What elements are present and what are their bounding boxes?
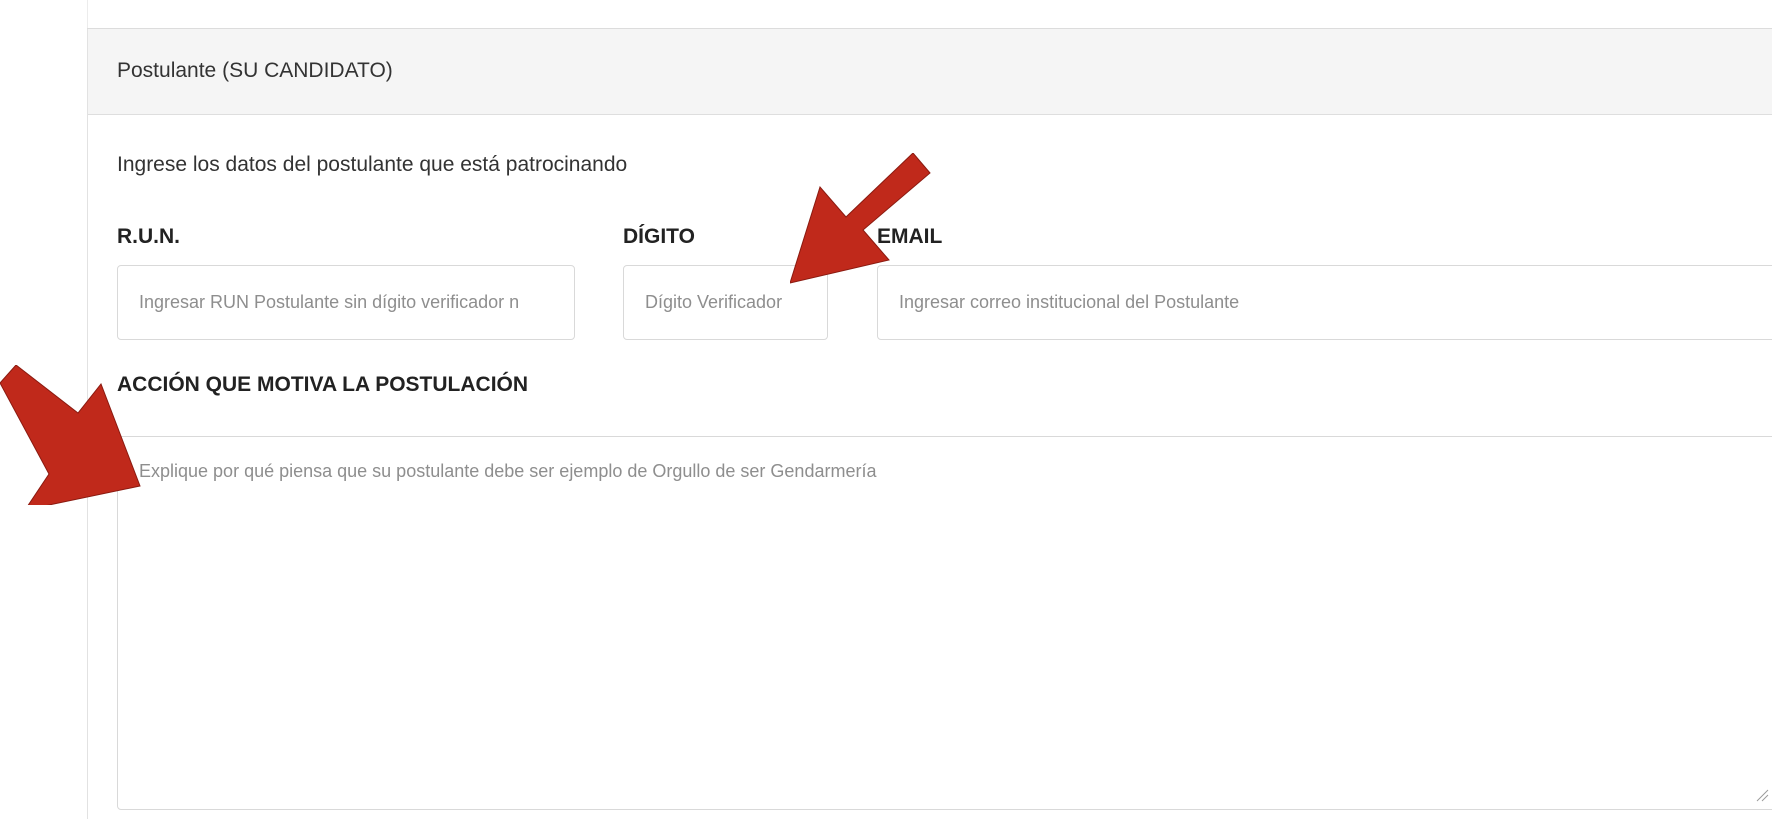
digito-input[interactable] bbox=[623, 265, 828, 340]
accion-label: ACCIÓN QUE MOTIVA LA POSTULACIÓN bbox=[117, 373, 529, 396]
accion-textarea[interactable] bbox=[117, 436, 1772, 810]
email-label: EMAIL bbox=[877, 225, 943, 248]
panel-heading: Postulante (SU CANDIDATO) bbox=[88, 29, 1772, 115]
panel-title: Postulante (SU CANDIDATO) bbox=[117, 59, 393, 82]
form-intro: Ingrese los datos del postulante que est… bbox=[117, 153, 628, 176]
run-label: R.U.N. bbox=[117, 225, 180, 248]
run-input[interactable] bbox=[117, 265, 575, 340]
candidate-panel: Postulante (SU CANDIDATO) Ingrese los da… bbox=[87, 29, 1772, 819]
form-page: Postulante (SU CANDIDATO) Ingrese los da… bbox=[0, 0, 1772, 819]
digito-label: DÍGITO bbox=[623, 225, 695, 248]
resize-grip-icon[interactable] bbox=[1755, 788, 1769, 802]
email-input[interactable] bbox=[877, 265, 1772, 340]
